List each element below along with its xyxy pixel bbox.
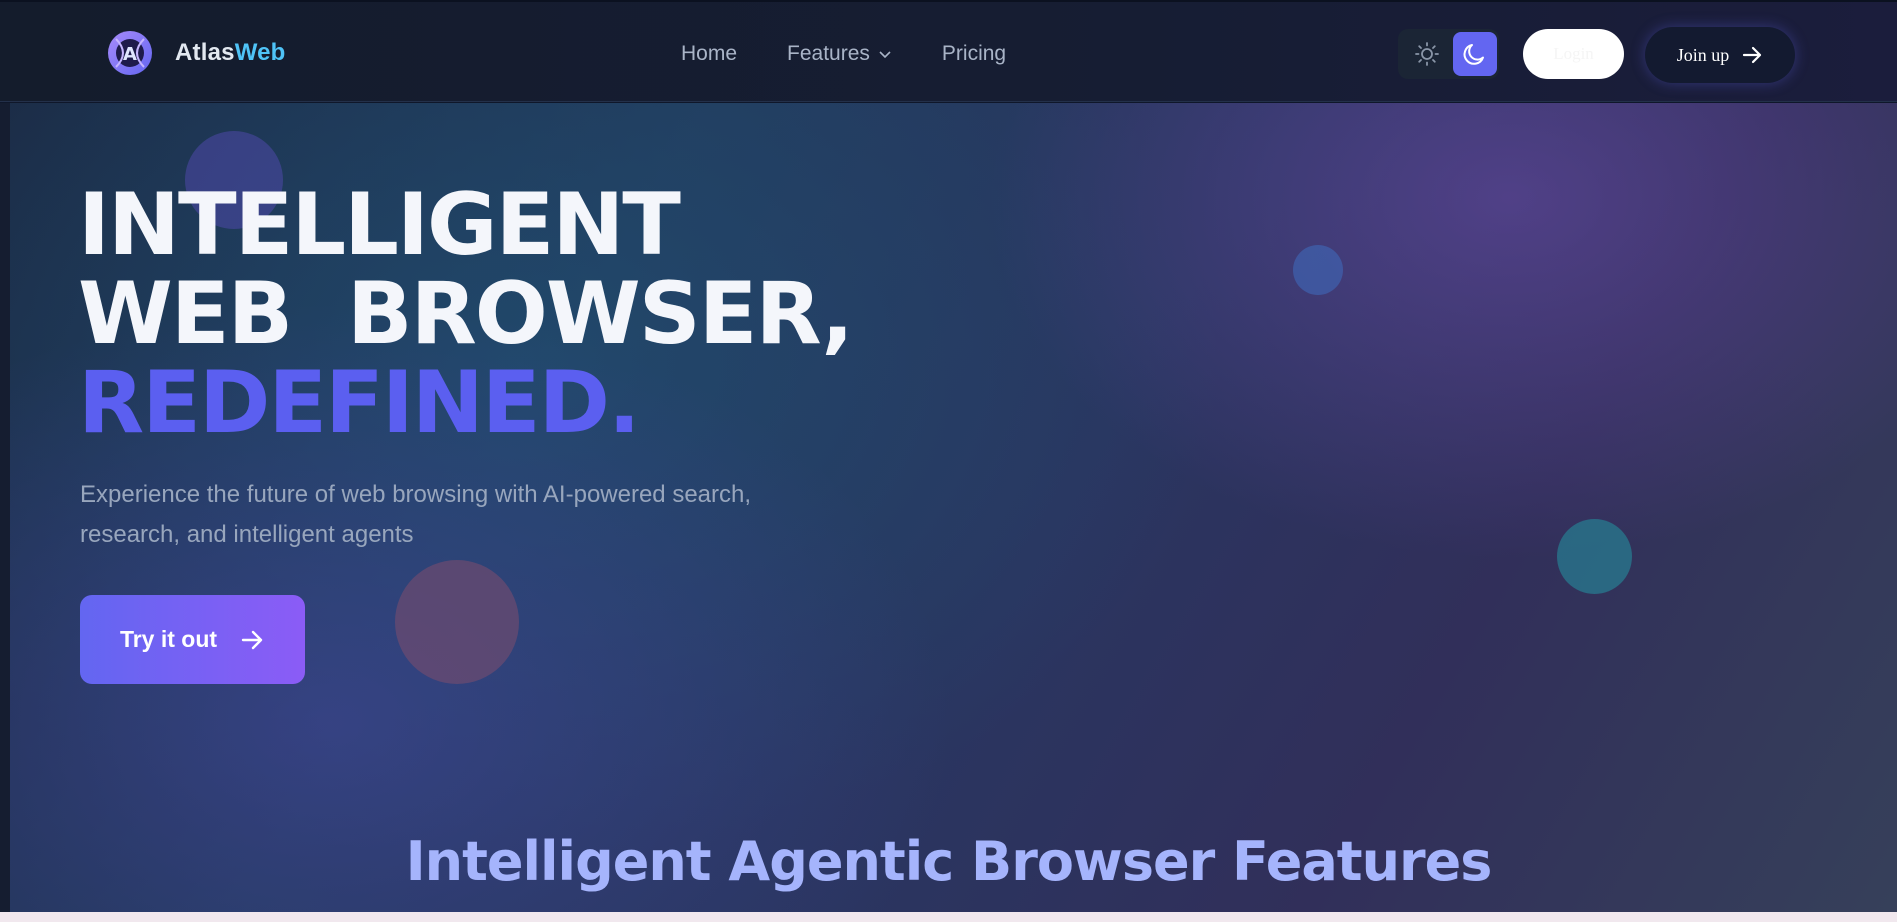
join-up-label: Join up (1676, 44, 1730, 65)
decorative-bubble (1293, 245, 1343, 295)
brand-name: AtlasWeb (175, 39, 286, 67)
join-up-button[interactable]: Join up (1645, 27, 1795, 83)
login-button[interactable]: Login (1523, 29, 1624, 79)
brand-name-part2: Web (234, 39, 286, 66)
decorative-bubble (395, 560, 519, 684)
hero-left-edge (0, 103, 10, 915)
bottom-strip (0, 912, 1897, 922)
hero-subtitle: Experience the future of web browsing wi… (80, 481, 752, 548)
try-it-out-label: Try it out (119, 626, 218, 652)
nav-features-dropdown[interactable]: Features (787, 42, 892, 66)
nav-pricing-label: Pricing (941, 42, 1007, 65)
chevron-down-icon (879, 51, 891, 59)
decorative-bubble (1557, 519, 1632, 594)
atlas-logo-icon: A (108, 31, 152, 75)
brand-logo[interactable]: A AtlasWeb (107, 30, 286, 76)
theme-toggle (1398, 29, 1499, 79)
brand-name-part1: Atlas (175, 39, 235, 66)
headline-line-3: REDEFINED. (78, 353, 641, 453)
headline-line-1: INTELLIGENT (78, 175, 681, 275)
page: A AtlasWeb Home Features Pricing Login J… (0, 0, 1897, 922)
features-section-title: Intelligent Agentic Browser Features (405, 830, 1493, 893)
moon-icon (1463, 44, 1484, 65)
arrow-right-icon (241, 630, 263, 649)
svg-text:A: A (123, 44, 137, 65)
dark-mode-button[interactable] (1453, 32, 1497, 76)
try-it-out-button[interactable]: Try it out (80, 595, 305, 684)
hero-section: INTELLIGENT WEB BROWSER, REDEFINED. Expe… (0, 103, 1897, 915)
nav-home-link[interactable]: Home (681, 42, 737, 66)
arrow-right-icon (1743, 46, 1762, 64)
light-mode-button[interactable] (1406, 33, 1448, 75)
nav-pricing-link[interactable]: Pricing (942, 42, 1006, 66)
nav-features-label: Features (787, 42, 870, 65)
sun-icon (1415, 42, 1439, 66)
navbar: A AtlasWeb Home Features Pricing Login J… (0, 2, 1897, 102)
hero-headline: INTELLIGENT WEB BROWSER, REDEFINED. (78, 175, 854, 453)
headline-line-2: WEB BROWSER, (78, 264, 854, 364)
main-nav: Home Features Pricing (681, 42, 1056, 66)
nav-home-label: Home (681, 42, 738, 65)
